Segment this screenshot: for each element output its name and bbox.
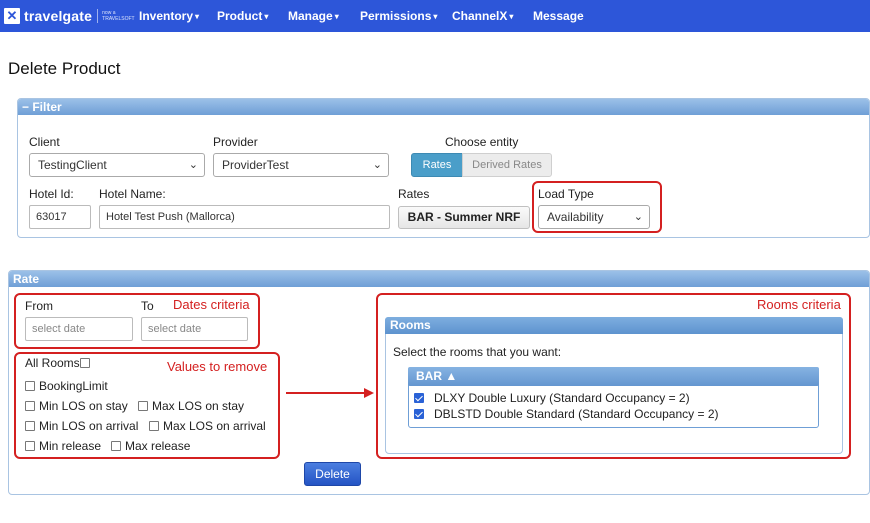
- hotel-id-label: Hotel Id:: [29, 187, 74, 201]
- client-label: Client: [29, 135, 60, 149]
- nav-message[interactable]: Message: [533, 9, 584, 23]
- rate-panel-header: Rate: [9, 271, 869, 287]
- choose-entity-label: Choose entity: [445, 135, 519, 149]
- max-los-stay-label: Max LOS on stay: [152, 399, 245, 413]
- page-title: Delete Product: [8, 59, 121, 78]
- load-type-select-value: Availability: [547, 210, 604, 224]
- nav-inventory-label: Inventory: [139, 9, 194, 23]
- to-date-field[interactable]: select date: [141, 317, 248, 341]
- max-los-arrival-checkbox[interactable]: [149, 421, 159, 431]
- min-release-label: Min release: [39, 439, 102, 453]
- max-los-arrival-label: Max LOS on arrival: [163, 419, 266, 433]
- entity-rates-button[interactable]: Rates: [411, 153, 463, 177]
- values-to-remove-annotation: Values to remove: [167, 359, 268, 374]
- entity-derived-rates-button[interactable]: Derived Rates: [462, 153, 552, 177]
- hotel-name-label: Hotel Name:: [99, 187, 166, 201]
- travelgate-logo[interactable]: ✕ travelgate now a TRAVELSOFT: [4, 5, 136, 27]
- caret-down-icon: ▾: [433, 12, 438, 21]
- logo-x-icon: ✕: [4, 8, 20, 24]
- chevron-down-icon: ⌄: [372, 159, 382, 171]
- load-type-label: Load Type: [538, 187, 594, 201]
- hotel-name-field[interactable]: Hotel Test Push (Mallorca): [99, 205, 390, 229]
- rates-selector-button[interactable]: BAR - Summer NRF: [398, 206, 530, 229]
- nav-permissions[interactable]: Permissions ▾: [360, 9, 437, 23]
- from-date-field[interactable]: select date: [25, 317, 133, 341]
- rooms-instruction: Select the rooms that you want:: [393, 345, 562, 359]
- min-los-stay-checkbox[interactable]: [25, 401, 35, 411]
- room-dlxy-checkbox[interactable]: [414, 393, 424, 403]
- top-navbar: ✕ travelgate now a TRAVELSOFT Inventory ▾…: [0, 0, 870, 32]
- client-select-value: TestingClient: [38, 158, 107, 172]
- min-los-arrival-label: Min LOS on arrival: [39, 419, 139, 433]
- rooms-criteria-annotation: Rooms criteria: [757, 297, 841, 312]
- all-rooms-checkbox[interactable]: [80, 358, 90, 368]
- filter-panel-header[interactable]: − Filter: [18, 99, 869, 115]
- nav-channelx[interactable]: ChannelX ▾: [452, 9, 513, 23]
- room-dlxy-label: DLXY Double Luxury (Standard Occupancy =…: [434, 391, 690, 405]
- nav-product[interactable]: Product ▾: [217, 9, 268, 23]
- delete-button[interactable]: Delete: [304, 462, 361, 486]
- min-los-arrival-checkbox[interactable]: [25, 421, 35, 431]
- caret-down-icon: ▾: [509, 12, 514, 21]
- rooms-panel-header: Rooms: [385, 317, 843, 334]
- load-type-select[interactable]: Availability ⌄: [538, 205, 650, 229]
- provider-select[interactable]: ProviderTest ⌄: [213, 153, 389, 177]
- logo-divider: [97, 9, 99, 23]
- provider-label: Provider: [213, 135, 258, 149]
- arrow-right-icon: [286, 388, 374, 398]
- nav-inventory[interactable]: Inventory ▾: [139, 9, 199, 23]
- provider-select-value: ProviderTest: [222, 158, 289, 172]
- chevron-down-icon: ⌄: [188, 159, 198, 171]
- logo-text: travelgate: [24, 8, 93, 24]
- all-rooms-label: All Rooms: [25, 356, 80, 370]
- nav-manage[interactable]: Manage ▾: [288, 9, 339, 23]
- nav-product-label: Product: [217, 9, 263, 23]
- room-dblstd-checkbox[interactable]: [414, 409, 424, 419]
- rates-label: Rates: [398, 187, 430, 201]
- max-los-stay-checkbox[interactable]: [138, 401, 148, 411]
- hotel-id-field[interactable]: 63017: [29, 205, 91, 229]
- client-select[interactable]: TestingClient ⌄: [29, 153, 205, 177]
- nav-permissions-label: Permissions: [360, 9, 432, 23]
- booking-limit-label: BookingLimit: [39, 379, 108, 393]
- caret-down-icon: ▾: [264, 12, 269, 21]
- nav-message-label: Message: [533, 9, 584, 23]
- dates-criteria-annotation: Dates criteria: [173, 297, 250, 312]
- nav-manage-label: Manage: [288, 9, 333, 23]
- chevron-down-icon: ⌄: [633, 211, 643, 223]
- from-label: From: [25, 299, 53, 313]
- logo-subtitle: now a TRAVELSOFT: [102, 10, 135, 22]
- nav-channelx-label: ChannelX: [452, 9, 508, 23]
- caret-down-icon: ▾: [195, 12, 200, 21]
- bar-group-header[interactable]: BAR ▲: [408, 367, 819, 386]
- max-release-label: Max release: [125, 439, 191, 453]
- min-release-checkbox[interactable]: [25, 441, 35, 451]
- max-release-checkbox[interactable]: [111, 441, 121, 451]
- min-los-stay-label: Min LOS on stay: [39, 399, 128, 413]
- booking-limit-checkbox[interactable]: [25, 381, 35, 391]
- to-label: To: [141, 299, 154, 313]
- room-dblstd-label: DBLSTD Double Standard (Standard Occupan…: [434, 407, 719, 421]
- caret-down-icon: ▾: [334, 12, 339, 21]
